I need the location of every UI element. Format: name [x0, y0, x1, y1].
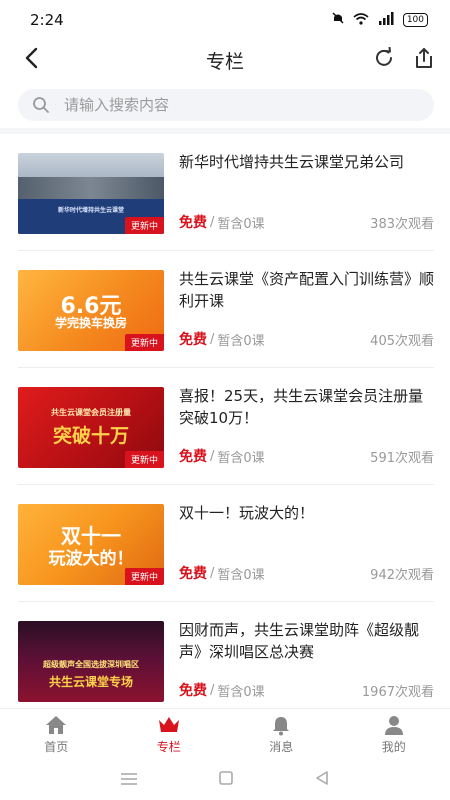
home-square-icon[interactable] [218, 770, 234, 790]
nav-bar: 专栏 [0, 40, 450, 80]
tab-messages[interactable]: 消息 [225, 709, 338, 760]
list-item[interactable]: 新华时代增持共生云课堂 更新中 新华时代增持共生云课堂兄弟公司 免费 / 暂含0… [18, 134, 434, 251]
item-meta: 免费 / 暂含0课 383次观看 [179, 212, 434, 232]
lesson-count: 暂含0课 [217, 684, 265, 700]
item-title: 共生云课堂《资产配置入门训练营》顺利开课 [179, 270, 435, 310]
view-count: 942次观看 [370, 567, 434, 583]
price-label: 免费 [179, 215, 207, 231]
price-label: 免费 [179, 449, 207, 465]
item-title: 新华时代增持共生云课堂兄弟公司 [179, 153, 405, 171]
bottom-tab-bar: 首页 专栏 消息 我的 [0, 708, 450, 760]
price-label: 免费 [179, 332, 207, 348]
refresh-icon [373, 46, 395, 73]
tab-label: 消息 [269, 740, 294, 754]
view-count: 405次观看 [370, 333, 434, 349]
share-button[interactable] [408, 44, 440, 76]
item-meta: 免费 / 暂含0课 591次观看 [179, 446, 434, 466]
view-count: 1967次观看 [361, 684, 434, 700]
thumbnail-headline: 突破十万 [52, 425, 129, 447]
search-bar[interactable] [18, 89, 434, 121]
lesson-count: 暂含0课 [217, 333, 265, 349]
meta-separator: / [210, 331, 215, 347]
wifi-icon [353, 12, 369, 29]
thumbnail-subheadline: 学完换车换房 [54, 316, 127, 330]
menu-icon[interactable] [120, 771, 138, 790]
price-label: 免费 [179, 566, 207, 582]
item-title: 双十一！玩波大的！ [179, 504, 315, 522]
thumbnail-subheadline: 超级靓声全国选拔深圳唱区 [43, 660, 139, 669]
item-thumbnail: 超级靓声全国选拔深圳唱区 共生云课堂专场 [18, 621, 164, 702]
list-item[interactable]: 双十一 玩波大的！ 更新中 双十一！玩波大的！ 免费 / 暂含0课 942次观看 [18, 485, 434, 602]
tab-column[interactable]: 专栏 [113, 709, 226, 760]
tab-label: 首页 [44, 740, 69, 754]
mute-icon [331, 11, 345, 29]
status-icons: 100 [331, 11, 428, 29]
lesson-count: 暂含0课 [217, 450, 265, 466]
item-meta: 免费 / 暂含0课 405次观看 [179, 329, 434, 349]
thumbnail-headline: 共生云课堂专场 [48, 675, 133, 689]
view-count: 591次观看 [370, 450, 434, 466]
status-bar: 2:24 100 [0, 0, 450, 40]
lesson-count: 暂含0课 [217, 567, 265, 583]
thumbnail-subheadline: 共生云课堂会员注册量 [51, 408, 131, 417]
chevron-left-icon [24, 47, 40, 73]
tab-label: 我的 [381, 740, 406, 754]
home-icon [45, 714, 67, 736]
cell-signal-icon [377, 11, 395, 29]
list-item[interactable]: 超级靓声全国选拔深圳唱区 共生云课堂专场 因财而声，共生云课堂助阵《超级靓声》深… [18, 602, 434, 719]
page-title: 专栏 [205, 50, 244, 73]
tab-profile[interactable]: 我的 [338, 709, 450, 760]
meta-separator: / [210, 448, 215, 464]
system-navigation-bar [0, 760, 450, 800]
back-triangle-icon[interactable] [314, 770, 330, 790]
refresh-button[interactable] [368, 44, 400, 76]
tab-label: 专栏 [156, 740, 181, 754]
tab-home[interactable]: 首页 [0, 709, 113, 760]
meta-separator: / [210, 682, 215, 698]
list-item[interactable]: 6.6元 学完换车换房 更新中 共生云课堂《资产配置入门训练营》顺利开课 免费 … [18, 251, 434, 368]
thumbnail-subheadline: 玩波大的！ [48, 549, 134, 569]
item-title: 因财而声，共生云课堂助阵《超级靓声》深圳唱区总决赛 [179, 621, 420, 661]
status-badge: 更新中 [124, 451, 164, 468]
crown-icon [157, 714, 181, 736]
item-title: 喜报！25天，共生云课堂会员注册量突破10万！ [179, 387, 424, 427]
item-thumbnail: 共生云课堂会员注册量 突破十万 更新中 [18, 387, 164, 468]
status-badge: 更新中 [124, 217, 164, 234]
thumbnail-caption: 新华时代增持共生云课堂 [57, 207, 124, 214]
price-label: 免费 [179, 683, 207, 699]
battery-icon: 100 [402, 13, 428, 27]
search-icon [32, 95, 52, 115]
meta-separator: / [210, 565, 215, 581]
item-thumbnail: 新华时代增持共生云课堂 更新中 [18, 153, 164, 234]
photo-crowd [18, 177, 164, 199]
search-input[interactable] [64, 96, 404, 114]
meta-separator: / [210, 214, 215, 230]
back-button[interactable] [16, 44, 48, 76]
list-item[interactable]: 共生云课堂会员注册量 突破十万 更新中 喜报！25天，共生云课堂会员注册量突破1… [18, 368, 434, 485]
item-meta: 免费 / 暂含0课 1967次观看 [179, 680, 434, 700]
bell-icon [271, 714, 291, 736]
view-count: 383次观看 [370, 216, 434, 232]
share-icon [413, 47, 435, 73]
item-meta: 免费 / 暂含0课 942次观看 [179, 563, 434, 583]
item-thumbnail: 双十一 玩波大的！ 更新中 [18, 504, 164, 585]
user-icon [384, 714, 404, 736]
lesson-count: 暂含0课 [217, 216, 265, 232]
status-time: 2:24 [30, 11, 64, 29]
status-badge: 更新中 [124, 334, 164, 351]
item-thumbnail: 6.6元 学完换车换房 更新中 [18, 270, 164, 351]
status-badge: 更新中 [124, 568, 164, 585]
